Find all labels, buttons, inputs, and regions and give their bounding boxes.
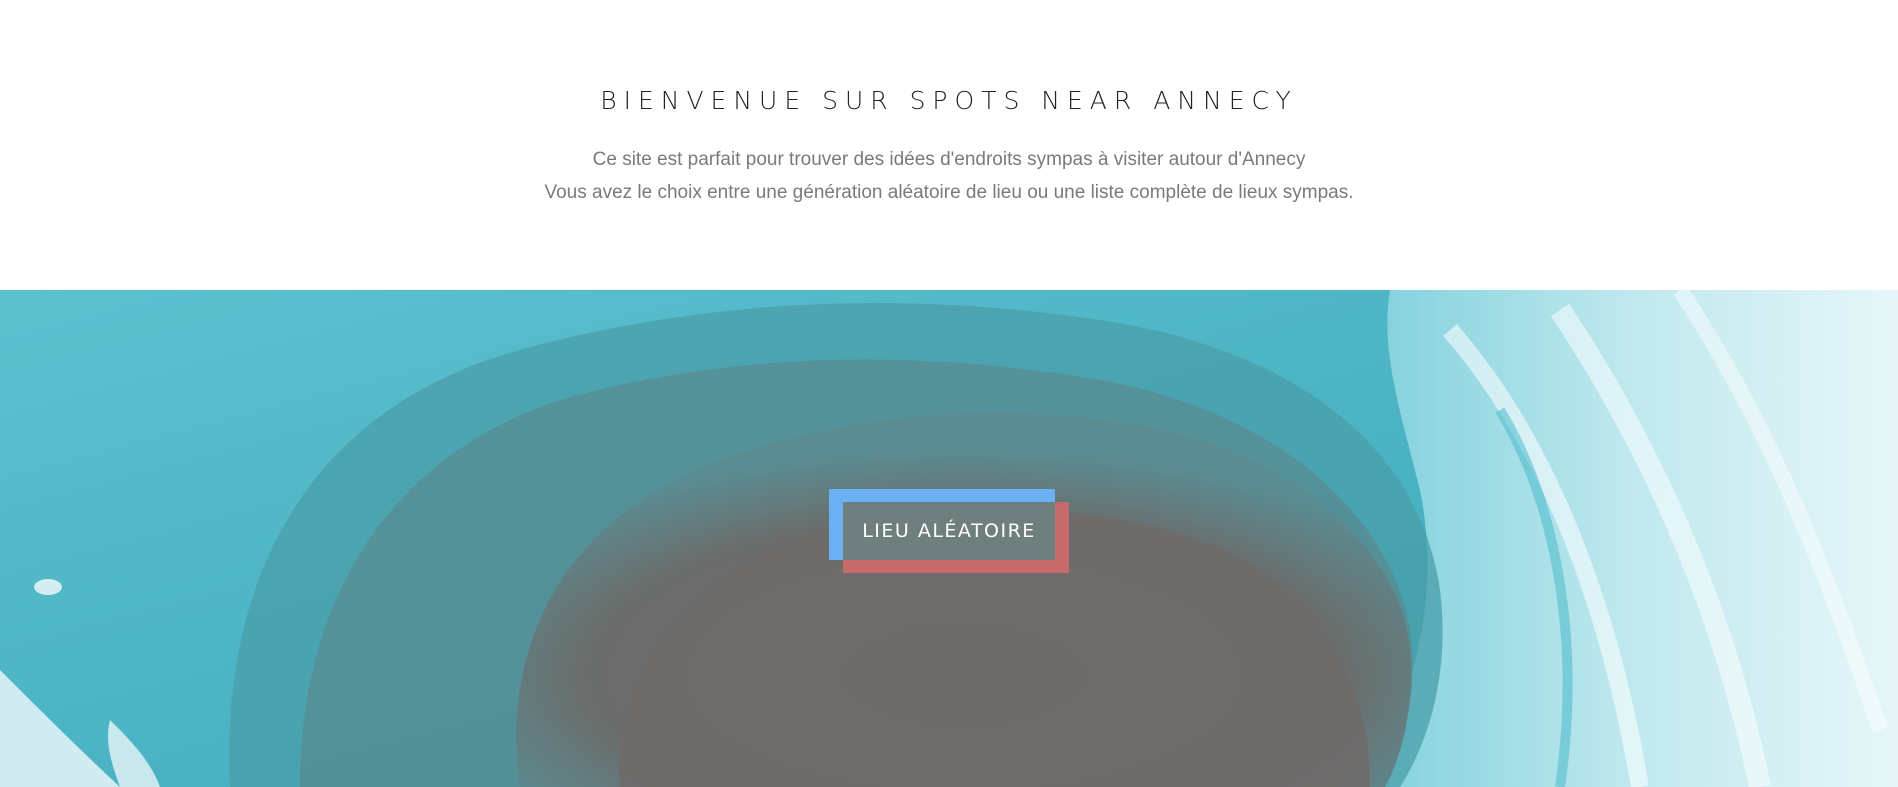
random-place-button-group: LIEU ALÉATOIRE — [829, 489, 1069, 573]
random-place-button[interactable]: LIEU ALÉATOIRE — [843, 502, 1055, 560]
intro-section: BIENVENUE SUR SPOTS NEAR ANNECY Ce site … — [0, 0, 1898, 290]
page-title: BIENVENUE SUR SPOTS NEAR ANNECY — [600, 86, 1298, 115]
intro-text-line-2: Vous avez le choix entre une génération … — [544, 182, 1354, 203]
intro-text-line-1: Ce site est parfait pour trouver des idé… — [592, 149, 1306, 170]
